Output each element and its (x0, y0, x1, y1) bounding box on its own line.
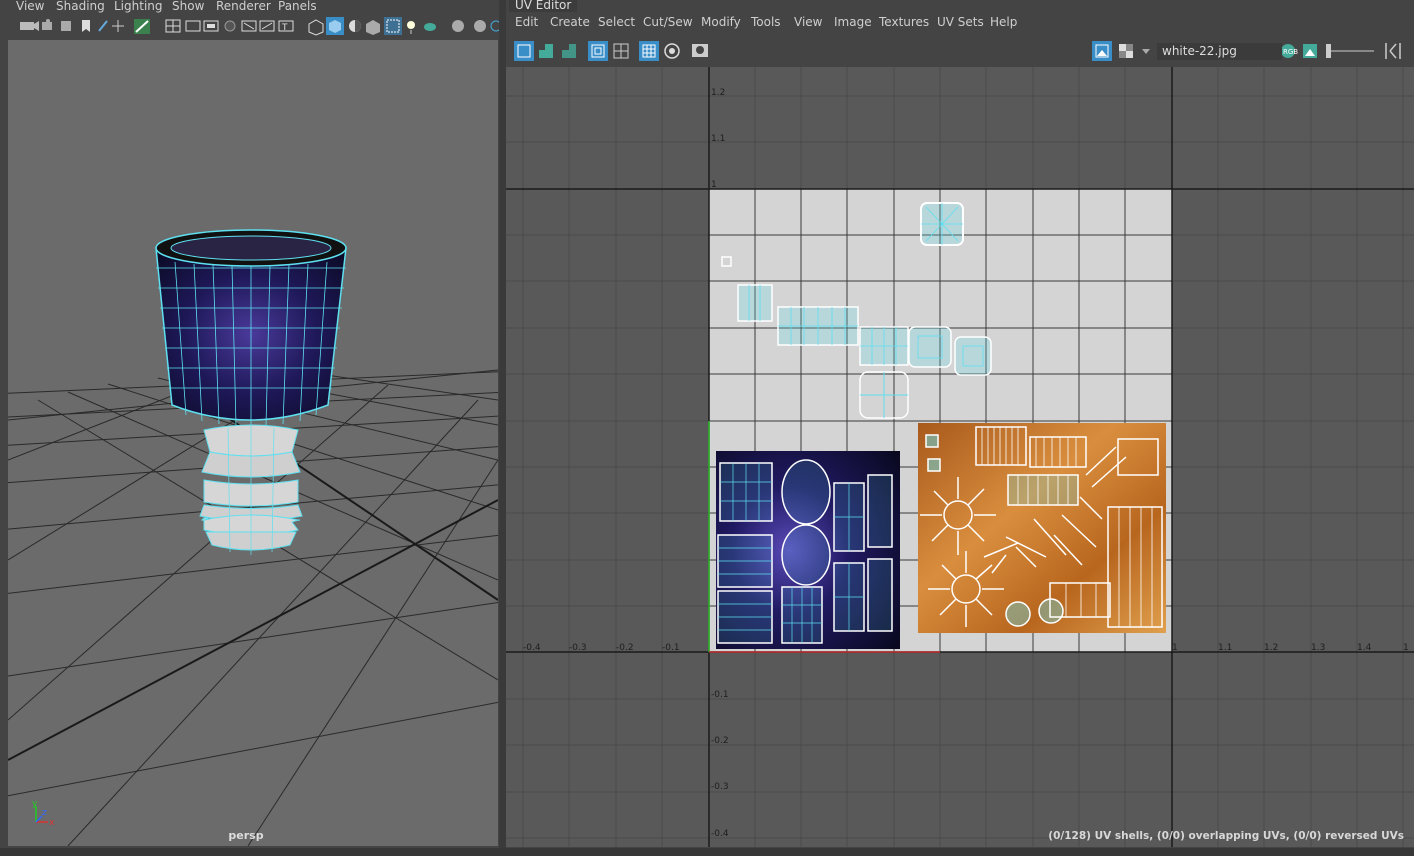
tick-x-15: 1 (1403, 643, 1409, 653)
perspective-viewport[interactable]: y x z persp (8, 40, 498, 846)
rgb-channels-icon[interactable]: RGB (1281, 44, 1298, 58)
uv-editor-tab[interactable]: UV Editor (509, 0, 578, 12)
tick-x-m04: -0.4 (523, 643, 541, 653)
lights-icon[interactable] (384, 17, 402, 35)
grease-pencil-icon[interactable] (98, 20, 108, 32)
grid-icon[interactable] (112, 20, 124, 32)
image-name-field[interactable]: white-22.jpg (1157, 43, 1282, 60)
shaded-uv-icon[interactable] (664, 43, 680, 59)
tick-x-14: 1.4 (1357, 643, 1372, 653)
menu-show[interactable]: Show (172, 0, 204, 13)
axis-z-label: z (42, 808, 47, 818)
tick-x-m02: -0.2 (616, 643, 634, 653)
safe-title-icon[interactable] (259, 20, 275, 32)
safe-action-icon[interactable] (241, 20, 257, 32)
checker-icon[interactable] (639, 41, 659, 61)
uv-editor-title-bar (506, 0, 1414, 12)
tick-y-m01: -0.1 (711, 690, 729, 700)
menu-uv-sets[interactable]: UV Sets (937, 15, 984, 29)
svg-text:RGB: RGB (1283, 48, 1298, 56)
menu-shading[interactable]: Shading (56, 0, 105, 13)
camera-attr-icon[interactable] (42, 19, 52, 30)
axis-x-label: x (49, 818, 55, 828)
svg-text:T: T (281, 23, 288, 33)
tick-y-m04: -0.4 (711, 829, 729, 839)
film-gate-icon[interactable] (165, 19, 181, 33)
field-chart-icon[interactable] (224, 20, 236, 32)
menu-lighting[interactable]: Lighting (114, 0, 163, 13)
tick-y-m03: -0.3 (711, 782, 729, 792)
uv-status-line: (0/128) UV shells, (0/0) overlapping UVs… (1048, 830, 1404, 842)
menu-renderer[interactable]: Renderer (216, 0, 271, 13)
dropdown-icon[interactable] (1142, 49, 1150, 54)
grid-display-icon[interactable] (588, 41, 608, 61)
resolution-gate-icon[interactable] (185, 20, 201, 32)
menu-edit[interactable]: Edit (515, 15, 538, 29)
checker-map-icon[interactable] (1119, 44, 1133, 58)
image-ratio-icon[interactable] (1303, 44, 1317, 58)
image-plane-icon[interactable] (82, 20, 90, 32)
uv-texture-view[interactable]: -0.4 -0.3 -0.2 -0.1 1 1.1 1.2 1.3 1.4 1 … (506, 67, 1414, 847)
wireframe-on-shaded-icon[interactable] (349, 20, 361, 32)
uv-edge-icon[interactable] (562, 44, 576, 58)
default-material-icon[interactable] (326, 17, 344, 35)
tick-y-12: 1.2 (711, 88, 725, 98)
menu-select[interactable]: Select (598, 15, 635, 29)
tick-x-m01: -0.1 (662, 643, 680, 653)
wireframe-icon[interactable]: T (278, 20, 294, 33)
menu-view[interactable]: View (16, 0, 44, 13)
axis-gizmo: y x z (32, 799, 55, 828)
menu-image[interactable]: Image (834, 15, 872, 29)
viewport-scene: y x z persp (8, 229, 498, 846)
uv-canvas: -0.4 -0.3 -0.2 -0.1 1 1.1 1.2 1.3 1.4 1 … (506, 67, 1414, 847)
gate-mask-icon[interactable] (203, 20, 219, 32)
ambient-occlusion-icon[interactable] (424, 23, 436, 31)
snapshot-icon[interactable] (692, 44, 708, 57)
tick-x-m03: -0.3 (569, 643, 587, 653)
tick-y-1: 1 (711, 180, 717, 190)
camera-label: persp (228, 829, 263, 842)
menu-cut-sew[interactable]: Cut/Sew (643, 15, 693, 29)
smooth-shade-icon[interactable] (308, 19, 324, 36)
tick-y-m02: -0.2 (711, 736, 729, 746)
isolate-icon[interactable] (452, 20, 500, 32)
tick-x-12: 1.2 (1264, 643, 1278, 653)
tick-x-11: 1.1 (1218, 643, 1232, 653)
viewport-toolbar-icons: T (20, 17, 500, 36)
menu-textures[interactable]: Textures (879, 15, 929, 29)
menu-help[interactable]: Help (990, 15, 1017, 29)
shadows-icon[interactable] (407, 21, 415, 34)
grease-pencil-icon-2[interactable] (134, 19, 150, 34)
uv-shell-selection-icon[interactable] (514, 41, 534, 61)
xray-icon[interactable] (366, 20, 380, 35)
menu-create[interactable]: Create (550, 15, 590, 29)
uv-vertex-icon[interactable] (539, 44, 553, 58)
bottom-bar (0, 848, 1414, 856)
axis-y-label: y (32, 799, 38, 809)
image-display-icon[interactable] (1092, 41, 1112, 61)
pixel-snap-icon[interactable] (613, 43, 629, 59)
tick-x-13: 1.3 (1311, 643, 1325, 653)
gamma-icon[interactable] (1385, 43, 1401, 59)
tick-x-1: 1 (1172, 643, 1178, 653)
select-camera-icon[interactable] (20, 21, 39, 31)
menu-tools[interactable]: Tools (751, 15, 781, 29)
viewport-menubar: View Shading Lighting Show Renderer Pane… (0, 0, 499, 14)
bookmark-icon[interactable] (61, 21, 71, 31)
menu-modify[interactable]: Modify (701, 15, 741, 29)
lamp-model[interactable] (155, 229, 347, 555)
menu-view-uv[interactable]: View (794, 15, 822, 29)
menu-panels[interactable]: Panels (278, 0, 317, 13)
panel-divider[interactable] (499, 0, 506, 856)
tick-y-11: 1.1 (711, 134, 725, 144)
exposure-slider-icon[interactable] (1326, 44, 1374, 58)
